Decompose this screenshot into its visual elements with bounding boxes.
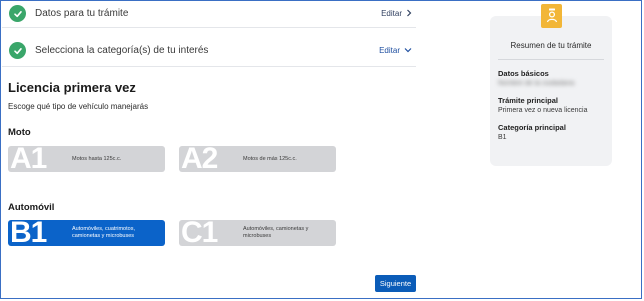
group-label-moto: Moto (8, 127, 31, 138)
category-card-b1[interactable]: B1 Automóviles, cuatrimotos, camionetas … (8, 220, 165, 246)
summary-label: Trámite principal (498, 96, 559, 105)
summary-label: Datos básicos (498, 69, 549, 78)
category-code: A1 (10, 146, 47, 172)
edit-datos-button[interactable]: Editar (381, 9, 412, 19)
category-card-c1[interactable]: C1 Automóviles, camionetas y microbuses (179, 220, 336, 246)
chevron-right-icon (406, 9, 412, 19)
category-code: C1 (181, 220, 218, 246)
category-card-a2[interactable]: A2 Motos de más 125c.c. (179, 146, 336, 172)
group-label-automovil: Automóvil (8, 202, 55, 213)
step-title: Datos para tu trámite (35, 8, 129, 19)
summary-value: Nombre de la ciudadana (498, 80, 575, 87)
category-code: B1 (10, 220, 47, 246)
category-desc: Motos de más 125c.c. (243, 155, 297, 162)
step-categoria: Selecciona la categoría(s) de tu interés… (2, 35, 416, 67)
summary-title: Resumen de tu trámite (510, 41, 592, 50)
chevron-down-icon (404, 46, 412, 55)
page-title: Licencia primera vez (8, 80, 136, 95)
summary-value: B1 (498, 134, 507, 141)
summary-label: Categoría principal (498, 123, 566, 132)
summary-panel: Resumen de tu trámite Datos básicos Nomb… (490, 4, 612, 166)
summary-value: Primera vez o nueva licencia (498, 107, 588, 114)
next-button[interactable]: Siguiente (375, 275, 416, 292)
category-code: A2 (181, 146, 218, 172)
category-desc: Automóviles, camionetas y microbuses (243, 226, 309, 239)
category-card-a1[interactable]: A1 Motos hasta 125c.c. (8, 146, 165, 172)
summary-divider (498, 59, 604, 60)
step-title: Selecciona la categoría(s) de tu interés (35, 45, 209, 56)
step-datos: Datos para tu trámite Editar (2, 0, 416, 28)
edit-label: Editar (381, 9, 402, 18)
page-subtitle: Escoge qué tipo de vehículo manejarás (8, 102, 149, 111)
category-desc: Motos hasta 125c.c. (72, 155, 122, 162)
check-icon (9, 42, 26, 59)
edit-categoria-button[interactable]: Editar (379, 46, 412, 55)
category-desc: Automóviles, cuatrimotos, camionetas y m… (72, 226, 135, 239)
edit-label: Editar (379, 46, 400, 55)
id-card-icon (541, 4, 562, 28)
check-icon (9, 5, 26, 22)
